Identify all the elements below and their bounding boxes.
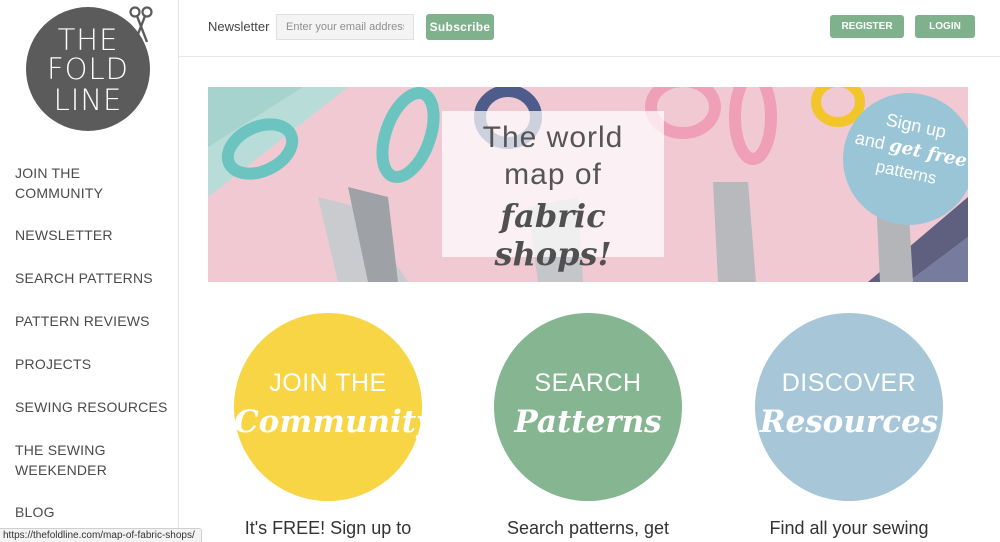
join-community-circle[interactable]: JOIN THE Community (234, 313, 435, 501)
banner-title-line-3: fabric shops! (494, 197, 612, 273)
sidebar-item-pattern-reviews[interactable]: PATTERN REVIEWS (15, 311, 175, 331)
scissors-icon (129, 6, 153, 43)
newsletter-email-input[interactable] (276, 14, 414, 40)
sidebar-item-label: NEWSLETTER (15, 227, 113, 243)
sidebar-item-join-community[interactable]: JOIN THE COMMUNITY (15, 163, 175, 203)
banner-title-box: The world map of fabric shops! (442, 111, 664, 273)
sidebar-item-sewing-resources[interactable]: SEWING RESOURCES (15, 397, 175, 417)
sidebar: THE FOLD LINE JOIN THE COMMUNITY NEWSLET… (0, 0, 179, 541)
banner-title-line-2: map of (504, 158, 602, 191)
sidebar-item-label: THE SEWING (15, 442, 106, 458)
circle-subtitle: Resources (759, 404, 939, 440)
circle-title: SEARCH (534, 369, 642, 397)
newsletter-label: Newsletter (208, 19, 270, 34)
sidebar-item-newsletter[interactable]: NEWSLETTER (15, 225, 175, 245)
circle-title: DISCOVER (781, 369, 917, 397)
sidebar-item-search-patterns[interactable]: SEARCH PATTERNS (15, 268, 175, 288)
status-bar-url: https://thefoldline.com/map-of-fabric-sh… (0, 528, 202, 542)
sidebar-item-label: SEWING RESOURCES (15, 399, 168, 415)
badge-line-2a: and (853, 127, 892, 155)
top-bar: Newsletter Subscribe REGISTER LOGIN (179, 0, 1000, 57)
subscribe-button[interactable]: Subscribe (426, 14, 494, 40)
sidebar-item-label-2: WEEKENDER (15, 462, 108, 478)
sidebar-item-blog[interactable]: BLOG (15, 502, 175, 522)
sidebar-item-label: BLOG (15, 504, 55, 520)
search-patterns-circle[interactable]: SEARCH Patterns (494, 313, 682, 501)
login-button[interactable]: LOGIN (915, 15, 975, 38)
sidebar-item-label: PROJECTS (15, 356, 92, 372)
discover-resources-circle[interactable]: DISCOVER Resources (755, 313, 943, 501)
join-community-caption: It's FREE! Sign up to (244, 518, 412, 538)
search-patterns-caption: Search patterns, get (506, 518, 670, 538)
hero-banner[interactable]: The world map of fabric shops! Sign up a… (208, 87, 968, 282)
sidebar-item-sewing-weekender[interactable]: THE SEWING WEEKENDER (15, 440, 175, 480)
register-button[interactable]: REGISTER (830, 15, 904, 38)
sidebar-item-label: JOIN THE (15, 165, 81, 181)
sidebar-item-projects[interactable]: PROJECTS (15, 354, 175, 374)
circle-subtitle: Patterns (514, 404, 662, 440)
sidebar-item-label-2: COMMUNITY (15, 185, 104, 201)
banner-title-line-1: The world (482, 121, 624, 154)
sidebar-item-label: PATTERN REVIEWS (15, 313, 150, 329)
circle-subtitle: Community (234, 404, 435, 440)
logo-line-3: LINE (53, 83, 123, 117)
sidebar-item-label: SEARCH PATTERNS (15, 270, 153, 286)
logo-line-2: FOLD (47, 52, 129, 86)
discover-resources-caption: Find all your sewing (769, 518, 929, 538)
circle-title: JOIN THE (269, 369, 387, 397)
